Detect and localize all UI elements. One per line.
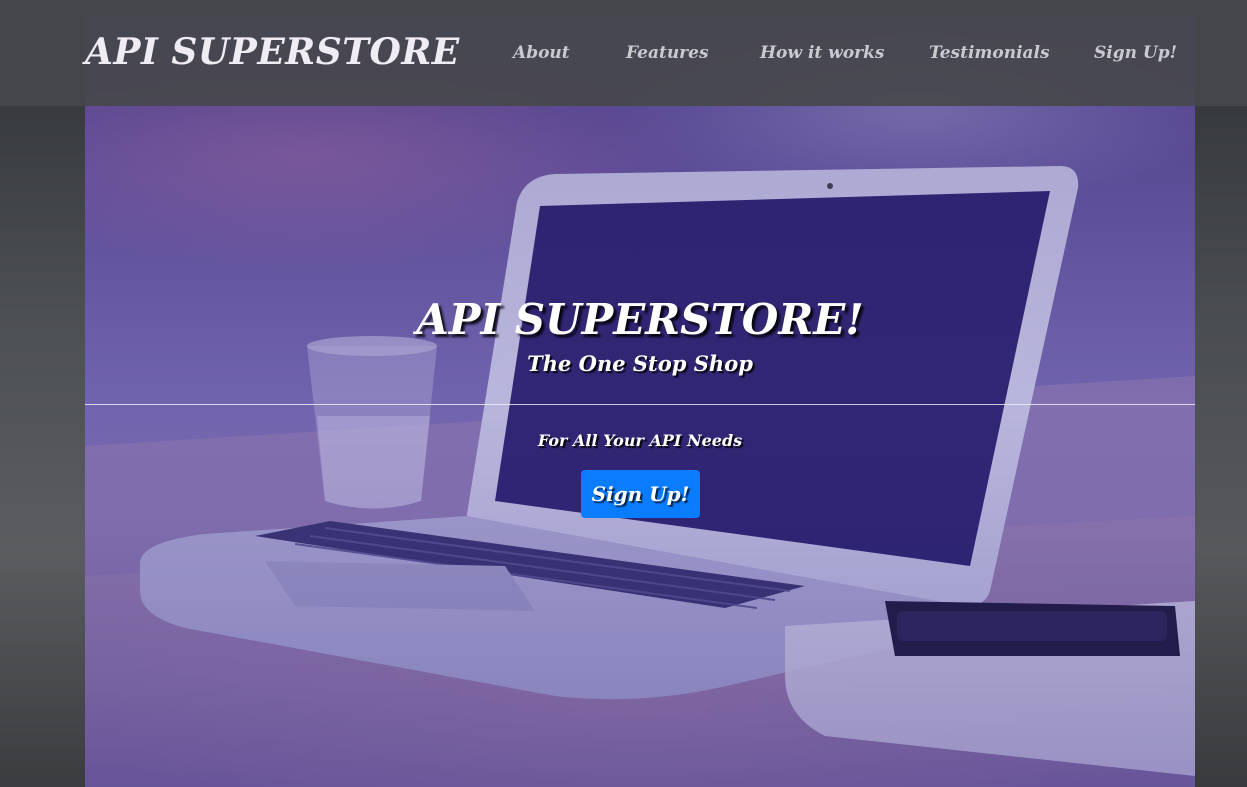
nav-link-sign-up[interactable]: Sign Up! bbox=[1094, 43, 1177, 63]
nav-link-features[interactable]: Features bbox=[626, 43, 709, 63]
brand-logo[interactable]: API SUPERSTORE bbox=[85, 31, 460, 73]
hero-tagline: For All Your API Needs bbox=[537, 431, 743, 450]
navbar: API SUPERSTORE About Features How it wor… bbox=[0, 0, 1247, 106]
hero-color-overlay bbox=[85, 16, 1195, 787]
hero-section: API SUPERSTORE! The One Stop Shop For Al… bbox=[85, 16, 1195, 787]
nav-link-testimonials[interactable]: Testimonials bbox=[929, 43, 1050, 63]
nav-link-about[interactable]: About bbox=[513, 43, 570, 63]
backdrop-left bbox=[0, 0, 85, 787]
backdrop-right bbox=[1195, 0, 1247, 787]
hero-subtitle: The One Stop Shop bbox=[527, 351, 753, 376]
nav-link-how-it-works[interactable]: How it works bbox=[760, 43, 884, 63]
hero-signup-button[interactable]: Sign Up! bbox=[581, 470, 700, 518]
hero-title: API SUPERSTORE! bbox=[416, 295, 864, 344]
hero-divider bbox=[85, 404, 1195, 405]
page: API SUPERSTORE! The One Stop Shop For Al… bbox=[0, 0, 1247, 787]
